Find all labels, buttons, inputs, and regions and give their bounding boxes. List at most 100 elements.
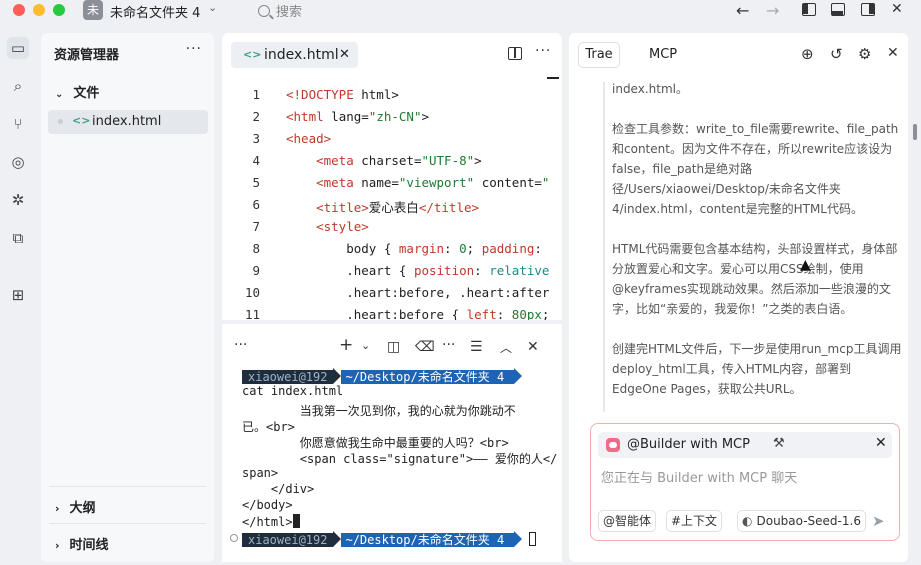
chat-paragraph: HTML代码需要包含基本结构，头部设置样式，身体部分放置爱心和文字。爱心可以用C… — [612, 242, 898, 316]
thinking-bar — [603, 82, 605, 412]
agent-chip[interactable]: @Builder with MCP ⚒ ✕ — [598, 432, 892, 458]
send-icon[interactable]: ➤ — [872, 512, 885, 530]
chat-message: index.html。 检查工具参数：write_to_file需要rewrit… — [612, 79, 902, 419]
more-icon[interactable]: ··· — [234, 337, 247, 353]
divider — [49, 486, 206, 487]
outline-section[interactable]: › 大纲 — [55, 497, 96, 516]
chevron-down-icon[interactable]: ⌄ — [208, 1, 217, 14]
file-label: index.html — [92, 114, 162, 129]
timeline-section[interactable]: › 时间线 — [55, 534, 109, 553]
chevron-right-icon: › — [55, 539, 60, 552]
chevron-down-icon[interactable]: ⌄ — [361, 339, 370, 352]
explorer-icon[interactable]: ▭ — [7, 37, 29, 59]
extensions-icon[interactable]: ⊞ — [7, 284, 29, 306]
tab-mcp[interactable]: MCP — [649, 47, 677, 62]
minimize-window-button[interactable] — [33, 4, 45, 16]
output-line: </body> — [242, 498, 293, 512]
preview-icon[interactable]: ⧉ — [7, 227, 29, 249]
line-number: 1 — [252, 87, 260, 102]
code-line: 4 <meta charset="UTF-8"> — [222, 153, 562, 175]
trash-icon[interactable]: ⌫ — [415, 339, 435, 355]
settings-sliders-icon[interactable]: ☰ — [470, 339, 483, 355]
gear-icon[interactable]: ⚙ — [858, 45, 871, 63]
chat-panel: Trae MCP ⊕ ↺ ⚙ ✕ index.html。 检查工具参数：writ… — [569, 33, 908, 562]
cursor — [529, 532, 537, 546]
chat-paragraph: index.html。 — [612, 82, 688, 96]
close-icon[interactable]: ✕ — [875, 435, 887, 451]
more-icon[interactable]: ··· — [442, 337, 455, 353]
line-number: 10 — [244, 285, 260, 300]
close-icon[interactable]: ✕ — [891, 1, 903, 17]
prompt-path: ~/Desktop/未命名文件夹 4 — [341, 370, 515, 384]
more-icon[interactable]: ··· — [186, 41, 202, 57]
line-number: 2 — [252, 109, 260, 124]
prompt-path: ~/Desktop/未命名文件夹 4 — [341, 533, 515, 547]
toggle-left-panel-icon[interactable] — [802, 3, 816, 16]
line-number: 3 — [252, 131, 260, 146]
code-line: 10 .heart:before, .heart:after — [222, 285, 562, 307]
terminal-panel: ··· + ⌄ ◫ ⌫ ··· ☰ ︿ ✕ xiaowei@192 ~/Deskt… — [222, 324, 562, 562]
split-terminal-icon[interactable]: ◫ — [387, 339, 400, 355]
project-name[interactable]: 未命名文件夹 4 — [110, 2, 200, 21]
source-control-icon[interactable]: ⑂ — [7, 113, 29, 135]
toggle-bottom-panel-icon[interactable] — [831, 3, 845, 16]
hammer-icon[interactable]: ⚒ — [773, 436, 785, 451]
explorer-panel: 资源管理器 ··· ⌄ 文件 <> index.html › 大纲 › 时间线 — [41, 33, 214, 562]
explorer-title: 资源管理器 — [54, 48, 120, 63]
chat-scrollbar[interactable] — [913, 124, 917, 140]
model-label: Doubao-Seed-1.6 — [756, 514, 861, 528]
builder-logo-icon — [606, 438, 620, 452]
search-label: 搜索 — [276, 5, 303, 20]
remote-icon[interactable]: ◎ — [7, 151, 29, 173]
model-icon: ◐ — [742, 514, 753, 528]
context-button[interactable]: #上下文 — [666, 510, 723, 532]
split-editor-icon[interactable] — [508, 47, 522, 60]
search-box[interactable]: 搜索 — [258, 1, 302, 20]
forward-arrow-icon[interactable]: → — [766, 1, 779, 20]
tab-trae[interactable]: Trae — [578, 42, 620, 68]
zoom-window-button[interactable] — [53, 4, 65, 16]
cursor — [292, 514, 300, 528]
toggle-right-panel-icon[interactable] — [861, 3, 875, 16]
chevron-right-icon: › — [55, 502, 60, 515]
output-line: 当我第一次见到你，我的心就为你跳动不 — [242, 404, 516, 418]
search-icon[interactable]: ⌕ — [7, 75, 29, 97]
agent-button[interactable]: @智能体 — [598, 510, 657, 532]
folder-item[interactable]: ⌄ 文件 — [55, 82, 99, 101]
code-file-icon: <> — [243, 48, 262, 61]
debug-icon[interactable]: ✲ — [7, 189, 29, 211]
modified-dot — [58, 119, 63, 124]
line-number: 5 — [252, 175, 260, 190]
history-icon[interactable]: ↺ — [830, 45, 843, 63]
command-line: cat index.html — [242, 384, 344, 398]
code-line: 11 .heart:before { left: 80px; — [222, 307, 562, 320]
new-chat-icon[interactable]: ⊕ — [801, 45, 814, 63]
title-bar: 未 未命名文件夹 4 ⌄ 搜索 ← → ✕ — [0, 0, 921, 30]
close-tab-icon[interactable]: ✕ — [339, 47, 350, 62]
back-arrow-icon[interactable]: ← — [736, 1, 749, 20]
line-number: 4 — [252, 153, 260, 168]
close-icon[interactable]: ✕ — [887, 45, 899, 61]
add-terminal-icon[interactable]: + — [339, 335, 353, 355]
close-icon[interactable]: ✕ — [527, 339, 539, 355]
prompt-user: xiaowei@192 — [242, 370, 334, 384]
line-number: 9 — [252, 263, 260, 278]
chat-input[interactable]: 您正在与 Builder with MCP 聊天 — [601, 467, 797, 486]
model-selector[interactable]: ◐ Doubao-Seed-1.6 — [737, 510, 866, 532]
tab-label: index.html — [264, 47, 339, 63]
divider — [49, 523, 206, 524]
chevron-up-icon[interactable]: ︿ — [500, 339, 512, 356]
code-line: 3 <head> — [222, 131, 562, 153]
code-line: 1 <!DOCTYPE html> — [222, 87, 562, 109]
output-line: </div> — [242, 482, 315, 496]
file-item-index-html[interactable]: <> index.html — [48, 110, 208, 134]
code-line: 9 .heart { position: relative — [222, 263, 562, 285]
close-window-button[interactable] — [13, 4, 25, 16]
more-icon[interactable]: ··· — [535, 43, 551, 59]
activity-bar: ▭ ⌕ ⑂ ◎ ✲ ⧉ ⊞ — [0, 30, 36, 565]
code-line: 2 <html lang="zh-CN"> — [222, 109, 562, 131]
folder-label: 文件 — [73, 86, 100, 101]
tab-index-html[interactable]: <> index.html ✕ — [231, 42, 358, 68]
status-dot — [230, 534, 238, 542]
chat-paragraph: 创建完HTML文件后，下一步是使用run_mcp工具调用deploy_html工… — [612, 342, 902, 396]
